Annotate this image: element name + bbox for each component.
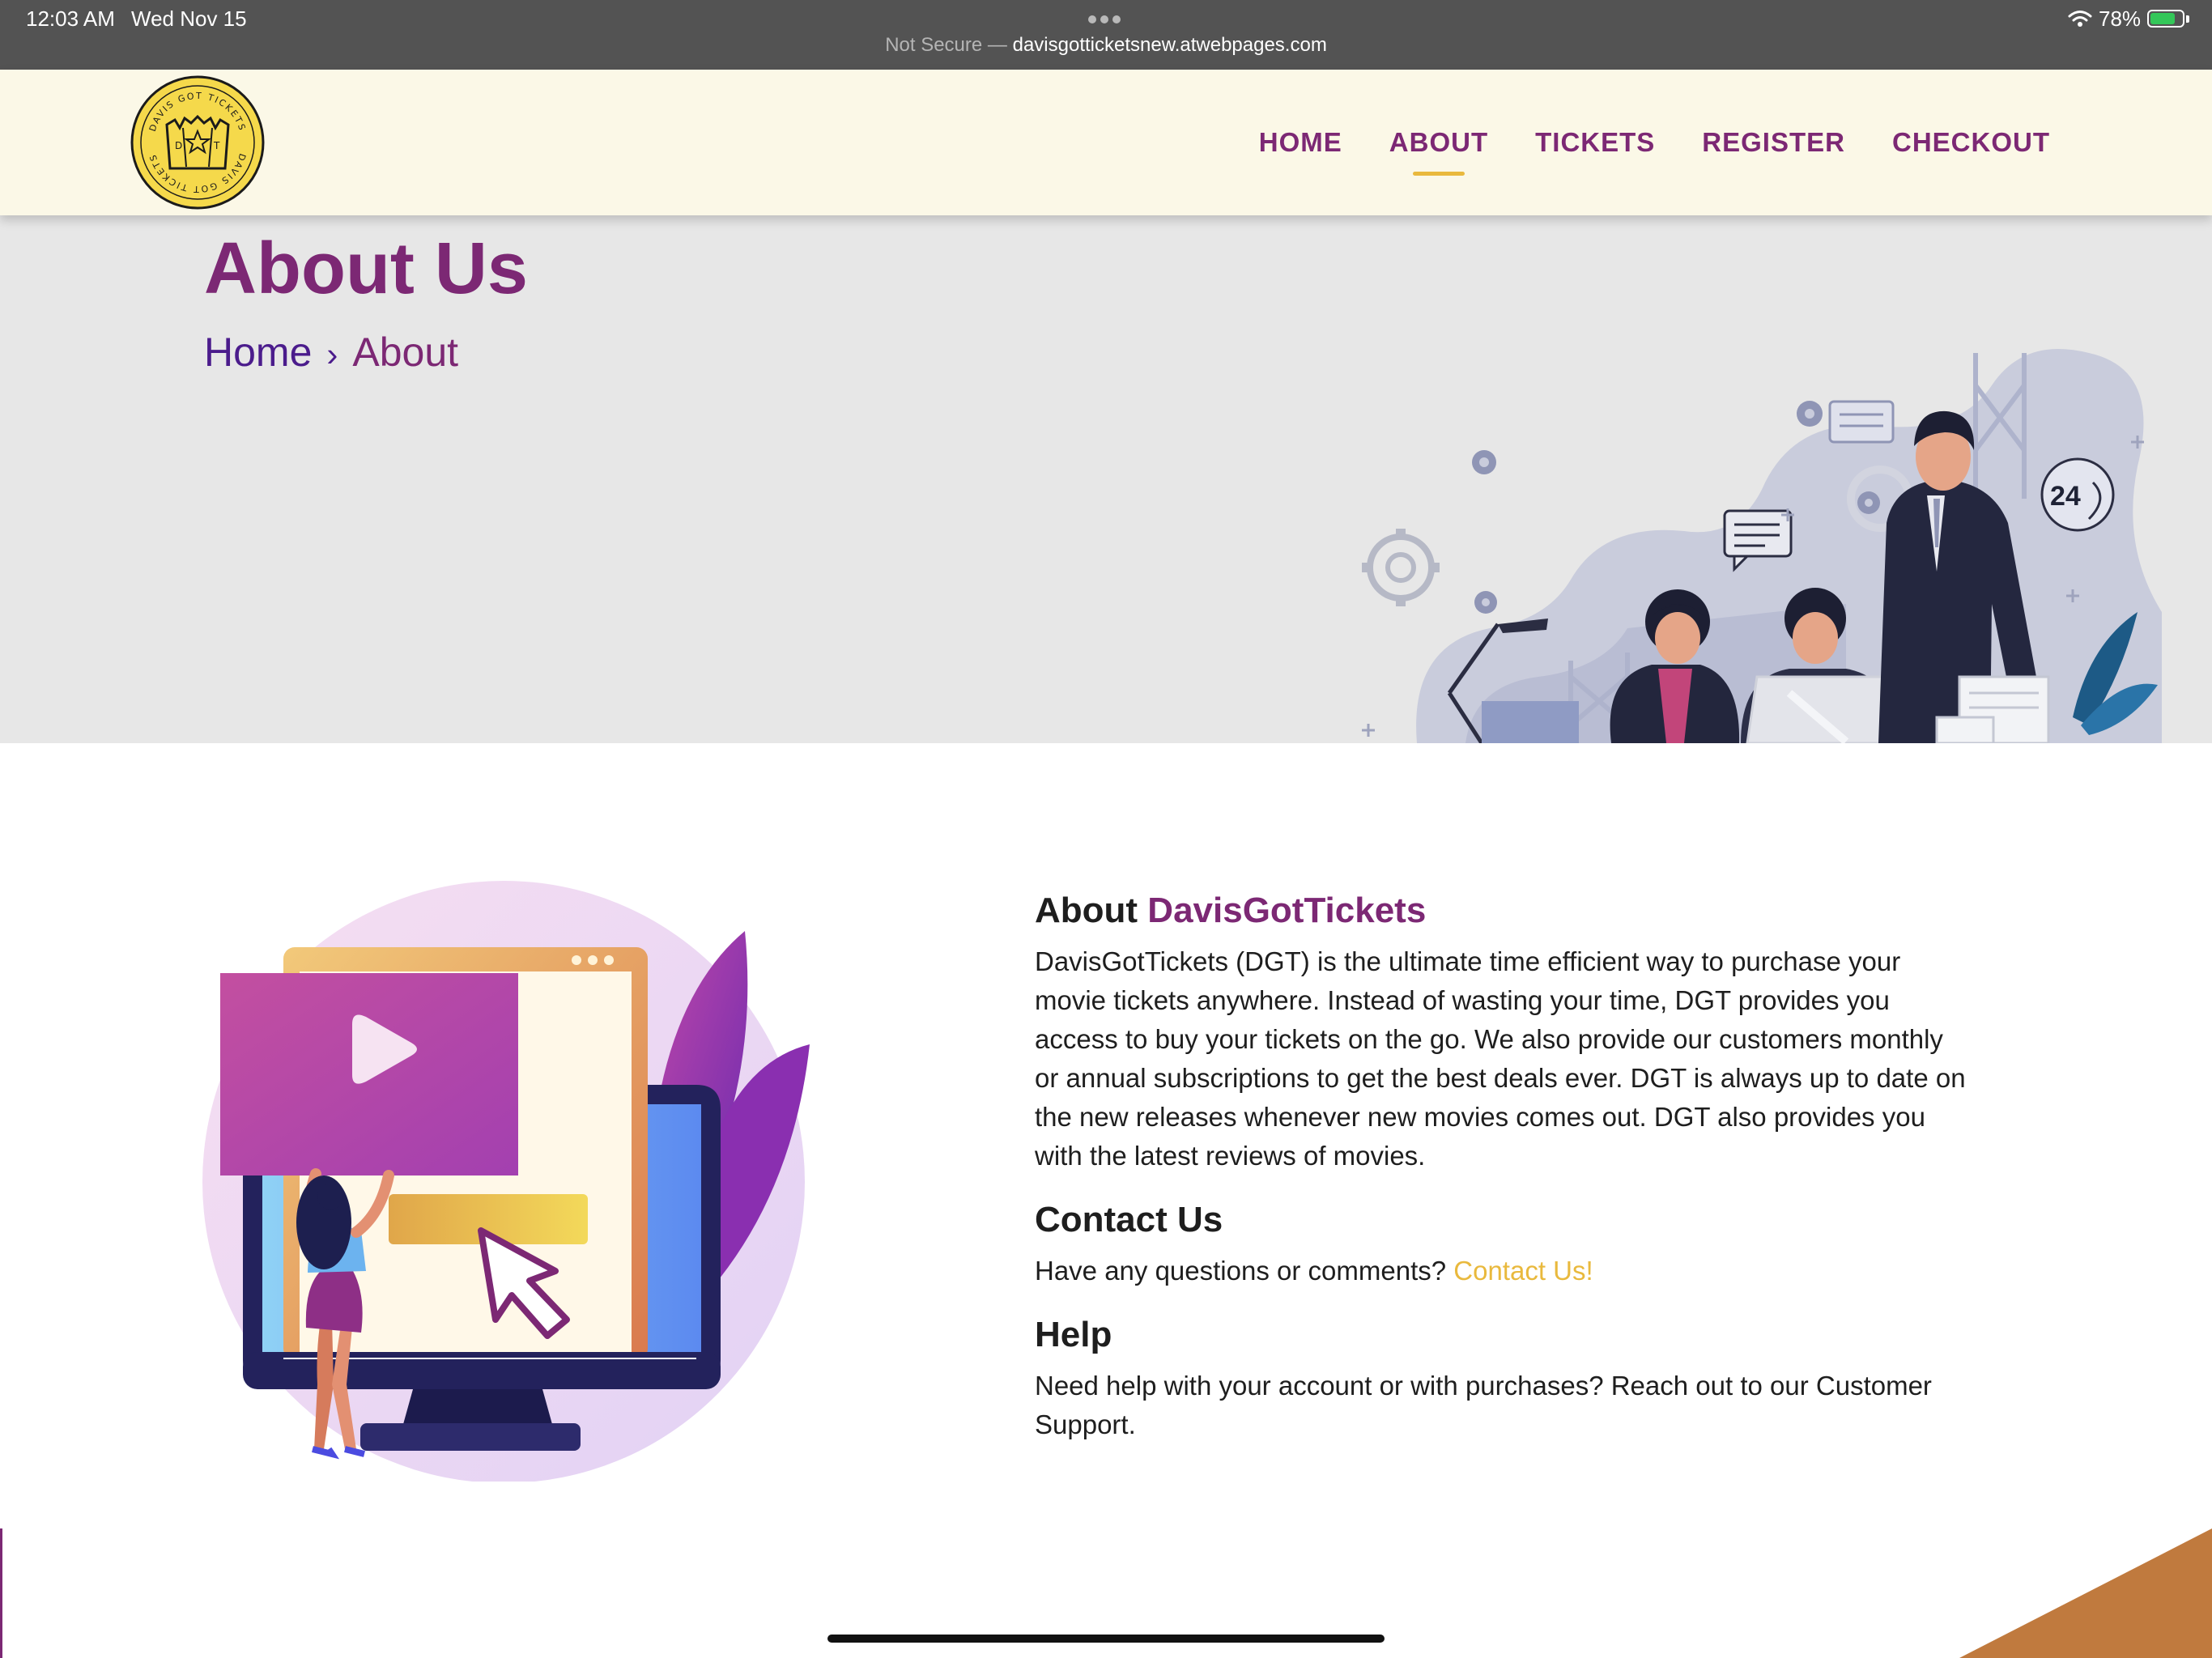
url-host: davisgotticketsnew.atwebpages.com bbox=[1012, 34, 1327, 56]
nav-checkout[interactable]: CHECKOUT bbox=[1892, 127, 2050, 158]
phone-24-icon: 24 bbox=[2040, 457, 2115, 532]
breadcrumb-separator: › bbox=[326, 335, 338, 373]
nav-active-underline bbox=[1412, 172, 1465, 176]
logo-left-letter: D bbox=[175, 140, 182, 151]
gear-icon bbox=[1362, 529, 1440, 606]
about-body: DavisGotTickets (DGT) is the ultimate ti… bbox=[1035, 946, 1966, 1171]
breadcrumb-current: About bbox=[352, 329, 459, 375]
address-bar[interactable]: Not Secure — davisgotticketsnew.atwebpag… bbox=[0, 34, 2212, 57]
browser-status-bar: 12:03 AM Wed Nov 15 Not Secure — davisgo… bbox=[0, 0, 2212, 70]
status-time: 12:03 AM bbox=[26, 6, 115, 31]
status-date: Wed Nov 15 bbox=[131, 6, 247, 31]
contact-paragraph: Have any questions or comments? Contact … bbox=[1035, 1252, 1974, 1290]
help-text: Need help with your account or with purc… bbox=[1035, 1371, 1932, 1439]
wifi-icon bbox=[2068, 11, 2092, 27]
battery-percent: 78% bbox=[2099, 6, 2142, 31]
nav-about-label: ABOUT bbox=[1389, 127, 1489, 157]
nav-home[interactable]: HOME bbox=[1259, 127, 1342, 158]
security-label: Not Secure — bbox=[885, 34, 1013, 56]
battery-icon bbox=[2147, 10, 2184, 28]
contact-us-link[interactable]: Contact Us! bbox=[1453, 1256, 1593, 1286]
customer-support-team-illustration: 24 bbox=[1362, 349, 2162, 743]
page-hero: About Us Home › About 24 bbox=[0, 215, 2212, 743]
page-title: About Us bbox=[204, 228, 528, 309]
about-content: About DavisGotTickets DavisGotTickets (D… bbox=[1035, 891, 1974, 1469]
breadcrumb-home-link[interactable]: Home bbox=[204, 329, 312, 375]
badge-24-text: 24 bbox=[2050, 481, 2081, 512]
logo-right-letter: T bbox=[213, 140, 220, 151]
battery-nub bbox=[2186, 15, 2189, 23]
contact-heading: Contact Us bbox=[1035, 1200, 1223, 1239]
nav-register[interactable]: REGISTER bbox=[1702, 127, 1845, 158]
about-heading-prefix: About bbox=[1035, 891, 1148, 930]
main-nav: HOME ABOUT TICKETS REGISTER CHECKOUT bbox=[1259, 70, 2050, 215]
nav-tickets[interactable]: TICKETS bbox=[1535, 127, 1655, 158]
multitasking-dots-icon[interactable] bbox=[1088, 13, 1125, 28]
site-header: DAVIS GOT TICKETS DAVIS GOT TICKETS D T … bbox=[0, 70, 2212, 215]
video-screen-illustration bbox=[202, 881, 810, 1482]
about-heading: About DavisGotTickets bbox=[1035, 891, 1974, 931]
battery-level-fill bbox=[2150, 13, 2175, 24]
left-edge-accent bbox=[0, 1528, 2, 1658]
logo-ticket-icon[interactable]: DAVIS GOT TICKETS DAVIS GOT TICKETS D T bbox=[130, 74, 266, 210]
corner-accent-shape bbox=[1959, 1528, 2212, 1658]
help-heading: Help bbox=[1035, 1315, 1112, 1354]
about-heading-brand: DavisGotTickets bbox=[1147, 891, 1427, 930]
nav-about[interactable]: ABOUT bbox=[1389, 127, 1489, 176]
breadcrumb: Home › About bbox=[204, 329, 458, 376]
home-indicator[interactable] bbox=[827, 1635, 1385, 1643]
contact-text: Have any questions or comments? bbox=[1035, 1256, 1454, 1286]
